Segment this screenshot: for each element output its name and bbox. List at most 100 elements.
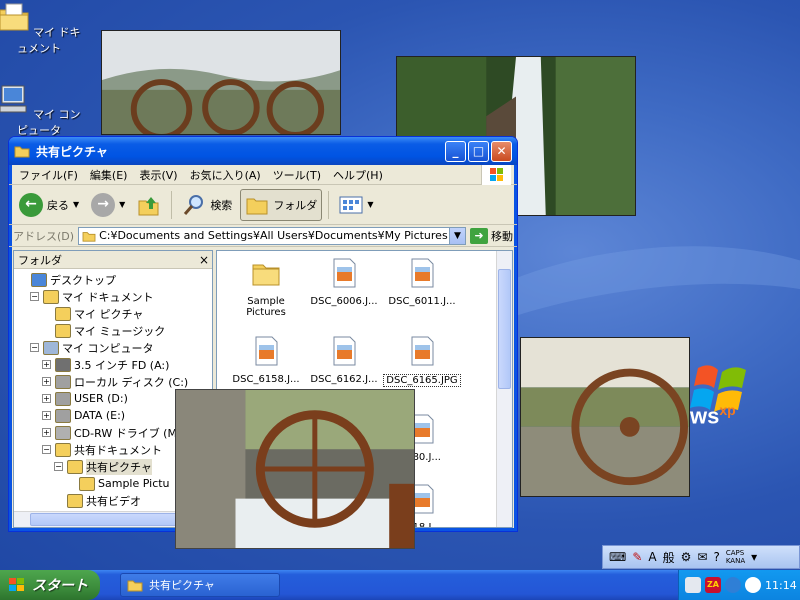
search-icon: [184, 194, 204, 215]
collapse-icon[interactable]: −: [42, 445, 51, 454]
file-item-image[interactable]: DSC_6006.J...: [305, 257, 383, 307]
scroll-thumb[interactable]: [30, 513, 180, 526]
expand-icon[interactable]: +: [42, 360, 51, 369]
tree-node[interactable]: +3.5 インチ FD (A:): [42, 356, 169, 373]
zonealarm-icon[interactable]: ZA: [705, 577, 721, 593]
tree-node-label: ローカル ディスク (C:): [74, 375, 189, 389]
file-name-label: DSC_6162.J...: [310, 374, 378, 385]
dictionary-icon[interactable]: ✉: [697, 550, 707, 564]
folder-icon: [82, 231, 96, 242]
tree-node-label: 共有ビデオ: [86, 494, 141, 508]
views-button[interactable]: ▼: [335, 189, 377, 221]
my-computer-icon: [0, 85, 26, 113]
expand-icon[interactable]: +: [42, 377, 51, 386]
network-icon[interactable]: [685, 577, 701, 593]
jpeg-file-icon: [333, 258, 356, 288]
help-icon[interactable]: ?: [713, 550, 719, 564]
up-folder-icon: [138, 196, 159, 215]
my-music-icon: [55, 323, 71, 338]
back-button[interactable]: ← 戻る ▼: [15, 189, 83, 221]
ime-pad-icon[interactable]: ✎: [632, 550, 642, 564]
address-label: アドレス(D): [13, 229, 75, 243]
tree-node[interactable]: 共有ビデオ: [54, 492, 141, 509]
tree-node[interactable]: − 共有ピクチャ: [54, 458, 152, 475]
desktop-icon-my-documents[interactable]: マイ ドキュメント: [0, 2, 84, 56]
windows-xp-text: wsxp: [690, 402, 736, 429]
security-icon[interactable]: [745, 577, 761, 593]
tree-node[interactable]: + CD-RW ドライブ (M:): [42, 424, 185, 441]
toolbar-separator: [328, 190, 330, 219]
collapse-icon[interactable]: −: [30, 343, 39, 352]
tree-node[interactable]: − マイ コンピュータ: [30, 339, 154, 356]
conversion-mode-button[interactable]: 般: [663, 549, 675, 566]
start-button[interactable]: スタート: [0, 570, 100, 600]
folders-button[interactable]: フォルダ: [240, 188, 323, 221]
input-mode-button[interactable]: A: [648, 550, 656, 564]
cd-drive-icon: [55, 425, 71, 440]
search-button[interactable]: 検索: [178, 189, 236, 221]
my-documents-icon: [0, 3, 28, 31]
forward-button[interactable]: → ▼: [87, 189, 129, 221]
jpeg-file-icon: [411, 258, 434, 288]
address-input[interactable]: C:¥Documents and Settings¥All Users¥Docu…: [78, 226, 466, 245]
dropdown-arrow-icon: ▼: [119, 200, 126, 209]
go-button[interactable]: ➜ 移動: [470, 227, 513, 244]
tree-node[interactable]: デスクトップ: [18, 271, 116, 288]
scroll-thumb[interactable]: [498, 269, 511, 389]
tree-node-label: 共有ドキュメント: [74, 443, 162, 457]
up-folder-button[interactable]: [133, 189, 165, 221]
views-icon: [339, 196, 363, 213]
tree-node[interactable]: Sample Pictu: [66, 475, 170, 492]
tools-icon[interactable]: ⚙: [681, 550, 692, 564]
tree-node[interactable]: + ローカル ディスク (C:): [42, 373, 188, 390]
expand-icon[interactable]: +: [42, 394, 51, 403]
clock: 11:14: [765, 578, 797, 592]
expand-icon[interactable]: +: [42, 428, 51, 437]
menu-view[interactable]: 表示(V): [133, 167, 183, 183]
minimize-button[interactable]: _: [445, 140, 466, 162]
file-name-label: Sample Pictures: [246, 296, 286, 318]
folder-icon: [67, 493, 83, 508]
menu-tools[interactable]: ツール(T): [267, 167, 327, 183]
file-item-image[interactable]: DSC_6165.JPG: [383, 335, 461, 387]
taskbar-button-shared-pictures[interactable]: 共有ピクチャ: [120, 573, 280, 597]
address-dropdown-button[interactable]: ▼: [449, 227, 465, 244]
folder-icon: [67, 459, 83, 474]
close-button[interactable]: ✕: [491, 140, 512, 162]
tree-node[interactable]: + USER (D:): [42, 390, 128, 407]
file-item-folder[interactable]: Sample Pictures: [227, 257, 305, 318]
tree-node[interactable]: マイ ピクチャ: [42, 305, 143, 322]
expand-icon[interactable]: +: [42, 411, 51, 420]
file-pane-vertical-scrollbar[interactable]: [496, 251, 512, 527]
my-documents-icon: [43, 289, 59, 304]
tree-node-label: マイ ピクチャ: [74, 307, 144, 321]
collapse-icon[interactable]: −: [54, 462, 63, 471]
file-item-image[interactable]: DSC_6162.J...: [305, 335, 383, 385]
minimize-langbar-icon[interactable]: ▾: [751, 550, 757, 564]
collapse-icon[interactable]: −: [30, 292, 39, 301]
tree-node[interactable]: マイ ミュージック: [42, 322, 165, 339]
tree-node-label: マイ ミュージック: [74, 324, 166, 338]
standard-toolbar: ← 戻る ▼ → ▼ 検索 フォルダ ▼: [9, 185, 517, 225]
tree-node[interactable]: − 共有ドキュメント: [42, 441, 162, 458]
keyboard-icon[interactable]: ⌨: [609, 550, 626, 564]
tree-node[interactable]: + DATA (E:): [42, 407, 125, 424]
menu-file[interactable]: ファイル(F): [13, 167, 84, 183]
info-icon[interactable]: [725, 577, 741, 593]
folder-pane-close-button[interactable]: ×: [196, 253, 212, 267]
menu-help[interactable]: ヘルプ(H): [327, 167, 389, 183]
tree-node-label: DATA (E:): [74, 409, 126, 422]
desktop-icon-my-computer[interactable]: マイ コンピュータ: [0, 84, 84, 138]
file-item-image[interactable]: DSC_6158.J...: [227, 335, 305, 385]
menu-edit[interactable]: 編集(E): [84, 167, 134, 183]
tree-node[interactable]: − マイ ドキュメント: [30, 288, 154, 305]
window-title-bar[interactable]: 共有ピクチャ _ □ ✕: [9, 137, 517, 165]
language-bar: ⌨ ✎ A 般 ⚙ ✉ ? CAPS KANA ▾: [602, 545, 800, 569]
desktop-photo-waterwheel-field: [520, 337, 690, 497]
folder-icon: [252, 264, 280, 286]
desktop-icon: [31, 272, 47, 287]
menu-favorites[interactable]: お気に入り(A): [184, 167, 267, 183]
maximize-button[interactable]: □: [468, 140, 489, 162]
tree-node-label: 共有ピクチャ: [86, 458, 152, 475]
file-item-image[interactable]: DSC_6011.J...: [383, 257, 461, 307]
